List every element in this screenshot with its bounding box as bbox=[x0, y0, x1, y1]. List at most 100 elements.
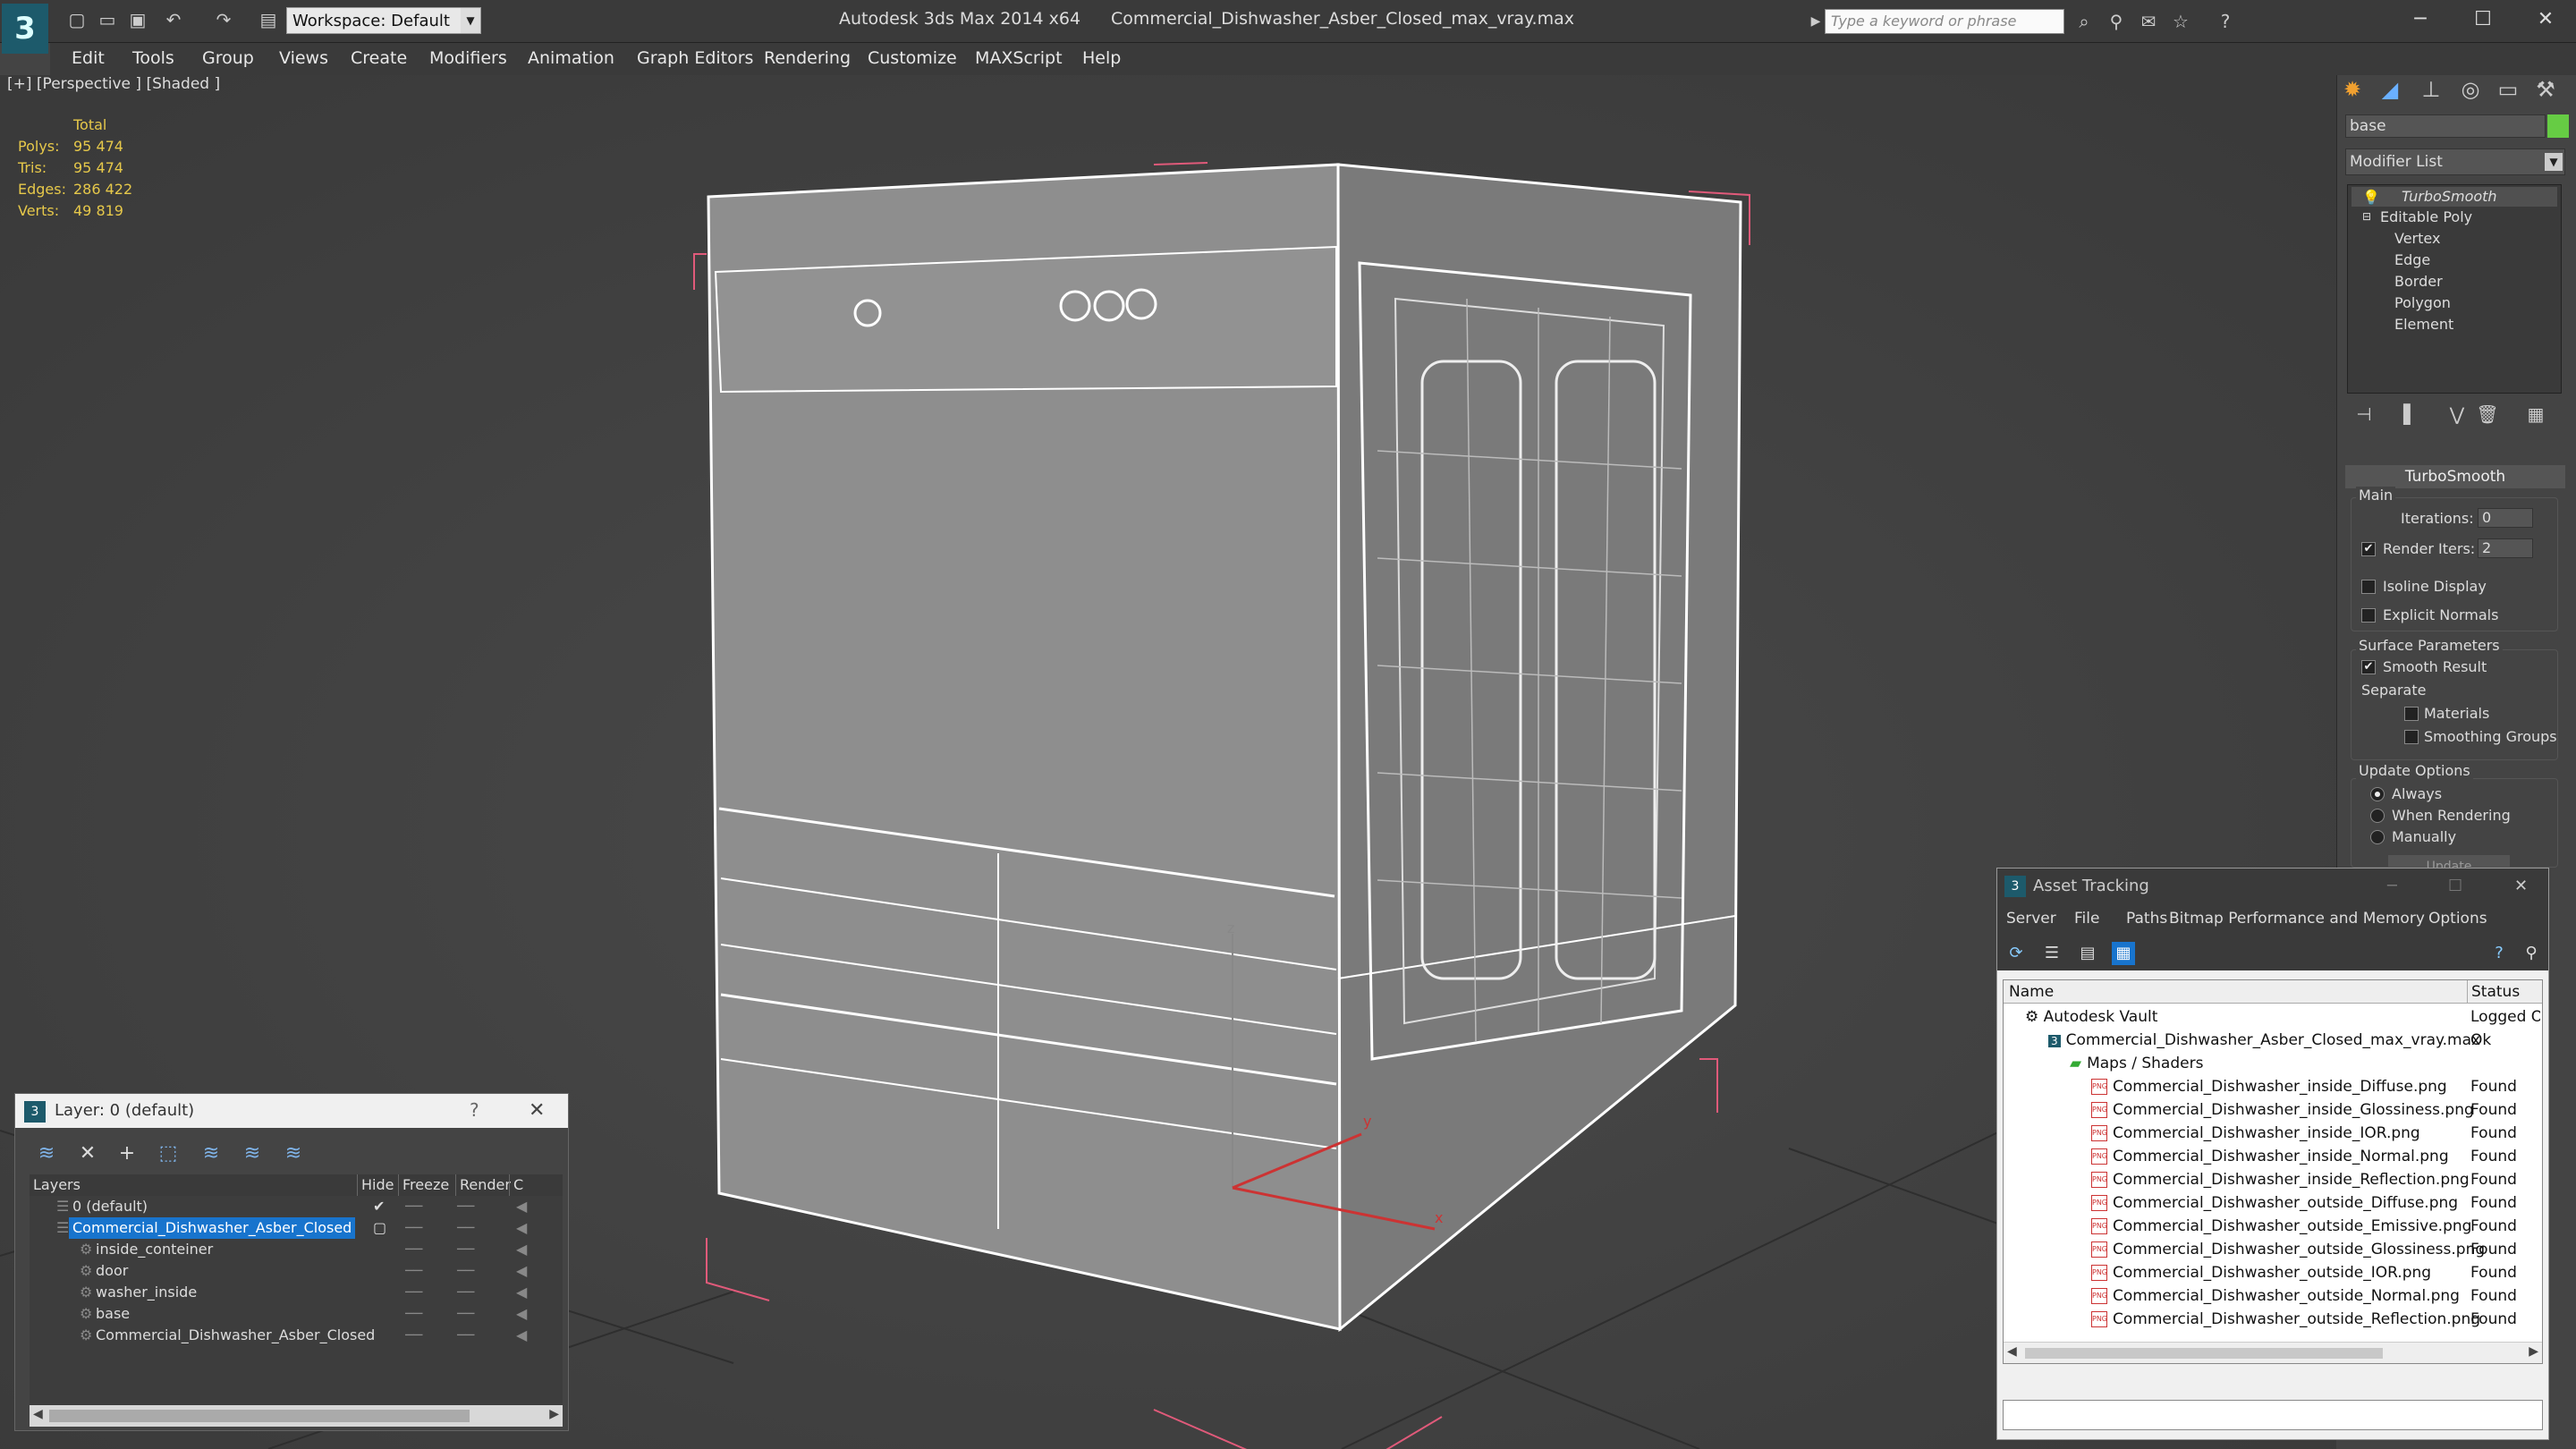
motion-tab-icon[interactable]: ◎ bbox=[2454, 73, 2487, 106]
col-status[interactable]: Status bbox=[2467, 980, 2520, 1004]
scrollbar-thumb[interactable] bbox=[49, 1410, 470, 1422]
manually-radio[interactable] bbox=[2370, 830, 2385, 844]
freeze-toggle[interactable]: ── bbox=[457, 1239, 474, 1260]
highlight-layer-icon[interactable]: ≋ bbox=[198, 1140, 225, 1167]
layer-row[interactable]: ⚙ inside_conteiner ── ── ◀ bbox=[30, 1239, 563, 1260]
configure-sets-icon[interactable]: ▦ bbox=[2522, 401, 2549, 428]
asset-row[interactable]: ▰ Maps / Shaders bbox=[2004, 1052, 2542, 1075]
delete-layer-icon[interactable]: ✕ bbox=[74, 1140, 101, 1167]
table-view-icon[interactable]: ▦ bbox=[2112, 942, 2135, 965]
col-layers[interactable]: Layers bbox=[30, 1174, 80, 1196]
asset-horizontal-scrollbar[interactable]: ◀ ▶ bbox=[2004, 1342, 2542, 1363]
binoculars-icon[interactable]: ⌕ bbox=[2072, 9, 2097, 34]
remove-modifier-icon[interactable]: 🗑 bbox=[2474, 401, 2501, 428]
utilities-tab-icon[interactable]: ⚒ bbox=[2529, 73, 2562, 106]
chevron-down-icon[interactable]: ▼ bbox=[2545, 153, 2563, 171]
minimize-icon[interactable]: ─ bbox=[2387, 869, 2397, 904]
make-unique-icon[interactable]: ⋁ bbox=[2444, 401, 2470, 428]
show-end-result-icon[interactable]: ▌ bbox=[2397, 401, 2424, 428]
help-button[interactable]: ? bbox=[470, 1099, 479, 1121]
smoothing-groups-checkbox[interactable] bbox=[2404, 730, 2419, 744]
render-toggle-icon[interactable]: ◀ bbox=[516, 1217, 527, 1239]
asset-menu-paths[interactable]: Paths bbox=[2126, 910, 2167, 928]
object-color-swatch[interactable] bbox=[2547, 114, 2569, 138]
render-toggle-icon[interactable]: ◀ bbox=[516, 1239, 527, 1260]
stack-item-turbosmooth[interactable]: TurboSmooth bbox=[2351, 187, 2557, 207]
asset-menu-options[interactable]: Options bbox=[2428, 910, 2487, 928]
list-view-icon[interactable]: ☰ bbox=[2040, 942, 2063, 965]
subscription-icon[interactable]: ⚲ bbox=[2104, 9, 2129, 34]
isoline-display-checkbox[interactable] bbox=[2361, 580, 2376, 594]
asset-menu-server[interactable]: Server bbox=[2006, 910, 2056, 928]
col-c[interactable]: C bbox=[509, 1174, 523, 1196]
chevron-down-icon[interactable]: ▼ bbox=[461, 8, 480, 33]
stack-sub-polygon[interactable]: Polygon bbox=[2394, 294, 2451, 311]
search-input[interactable]: Type a keyword or phrase bbox=[1825, 9, 2064, 34]
explicit-normals-checkbox[interactable] bbox=[2361, 608, 2376, 623]
menu-graph-editors[interactable]: Graph Editors bbox=[637, 48, 753, 68]
col-name[interactable]: Name bbox=[2009, 980, 2054, 1004]
layer-row[interactable]: ☰ Commercial_Dishwasher_Asber_Closed ▢ ── ──… bbox=[30, 1217, 563, 1239]
workspace-dropdown[interactable]: Workspace: Default bbox=[286, 7, 481, 34]
communication-icon[interactable]: ✉ bbox=[2136, 9, 2161, 34]
render-toggle-icon[interactable]: ◀ bbox=[516, 1196, 527, 1217]
hide-toggle[interactable]: ── bbox=[405, 1325, 422, 1346]
close-icon[interactable]: ✕ bbox=[529, 1099, 545, 1122]
col-freeze[interactable]: Freeze bbox=[398, 1174, 455, 1196]
redo-icon[interactable]: ↷ bbox=[211, 7, 236, 32]
col-hide[interactable]: Hide bbox=[357, 1174, 398, 1196]
menu-modifiers[interactable]: Modifiers bbox=[429, 48, 507, 68]
layer-row[interactable]: ☰ 0 (default) ✔ ── ── ◀ bbox=[30, 1196, 563, 1217]
select-in-layer-icon[interactable]: ⬚ bbox=[155, 1140, 182, 1167]
col-render[interactable]: Render bbox=[455, 1174, 511, 1196]
create-tab-icon[interactable]: ✹ bbox=[2336, 73, 2368, 106]
add-to-layer-icon[interactable]: + bbox=[114, 1140, 140, 1167]
asset-row[interactable]: PNG Commercial_Dishwasher_inside_Glossine… bbox=[2004, 1098, 2542, 1122]
detail-view-icon[interactable]: ▤ bbox=[2076, 942, 2099, 965]
maximize-icon[interactable]: ☐ bbox=[2465, 4, 2501, 36]
layer-row[interactable]: ⚙ door ── ── ◀ bbox=[30, 1260, 563, 1282]
freeze-toggle[interactable]: ── bbox=[457, 1196, 474, 1217]
current-layer-check-icon[interactable]: ✔ bbox=[373, 1196, 385, 1217]
project-folder-icon[interactable]: ▤ bbox=[256, 7, 281, 32]
update-button[interactable]: Update bbox=[2388, 855, 2510, 868]
when-rendering-radio[interactable] bbox=[2370, 809, 2385, 823]
maximize-icon[interactable]: ☐ bbox=[2448, 869, 2462, 904]
current-layer-box-icon[interactable]: ▢ bbox=[373, 1217, 386, 1239]
layer-row[interactable]: ⚙ Commercial_Dishwasher_Asber_Closed ── ── ◀ bbox=[30, 1325, 563, 1346]
stack-sub-border[interactable]: Border bbox=[2394, 273, 2443, 290]
hierarchy-tab-icon[interactable]: ⊥ bbox=[2415, 73, 2447, 106]
object-name-field[interactable]: base bbox=[2345, 114, 2546, 138]
asset-row[interactable]: PNG Commercial_Dishwasher_outside_Emissiv… bbox=[2004, 1215, 2542, 1238]
menu-edit[interactable]: Edit bbox=[72, 48, 105, 68]
hide-toggle[interactable]: ── bbox=[405, 1303, 422, 1325]
viewport-label[interactable]: [+] [Perspective ] [Shaded ] bbox=[7, 75, 220, 93]
menu-create[interactable]: Create bbox=[351, 48, 407, 68]
asset-row[interactable]: PNG Commercial_Dishwasher_outside_Diffuse… bbox=[2004, 1191, 2542, 1215]
layer-row[interactable]: ⚙ washer_inside ── ── ◀ bbox=[30, 1282, 563, 1303]
help-icon[interactable]: ? bbox=[2213, 9, 2238, 34]
menu-views[interactable]: Views bbox=[279, 48, 328, 68]
lightbulb-icon[interactable]: 💡 bbox=[2362, 189, 2380, 206]
stack-sub-vertex[interactable]: Vertex bbox=[2394, 230, 2440, 247]
freeze-toggle[interactable]: ── bbox=[457, 1260, 474, 1282]
asset-row[interactable]: ⚙ Autodesk Vault Logged O bbox=[2004, 1005, 2542, 1029]
menu-tools[interactable]: Tools bbox=[132, 48, 174, 68]
hide-toggle[interactable]: ── bbox=[405, 1260, 422, 1282]
menu-help[interactable]: Help bbox=[1082, 48, 1121, 68]
always-radio[interactable] bbox=[2370, 787, 2385, 801]
new-file-icon[interactable]: ▢ bbox=[64, 7, 89, 32]
freeze-toggle[interactable]: ── bbox=[457, 1325, 474, 1346]
freeze-toggle[interactable]: ── bbox=[457, 1303, 474, 1325]
layer-row[interactable]: ⚙ base ── ── ◀ bbox=[30, 1303, 563, 1325]
pin-stack-icon[interactable]: ⊣ bbox=[2351, 401, 2377, 428]
hide-toggle[interactable]: ── bbox=[405, 1217, 422, 1239]
asset-row[interactable]: PNG Commercial_Dishwasher_outside_Reflect… bbox=[2004, 1308, 2542, 1331]
refresh-icon[interactable]: ⟳ bbox=[2004, 942, 2028, 965]
hide-toggle[interactable]: ── bbox=[405, 1239, 422, 1260]
asset-menu-file[interactable]: File bbox=[2074, 910, 2099, 928]
asset-row[interactable]: 3 Commercial_Dishwasher_Asber_Closed_max_… bbox=[2004, 1029, 2542, 1052]
smooth-result-checkbox[interactable]: ✔ bbox=[2361, 660, 2376, 674]
asset-row[interactable]: PNG Commercial_Dishwasher_outside_Normal.… bbox=[2004, 1284, 2542, 1308]
expand-minus-icon[interactable]: ⊟ bbox=[2362, 210, 2371, 223]
